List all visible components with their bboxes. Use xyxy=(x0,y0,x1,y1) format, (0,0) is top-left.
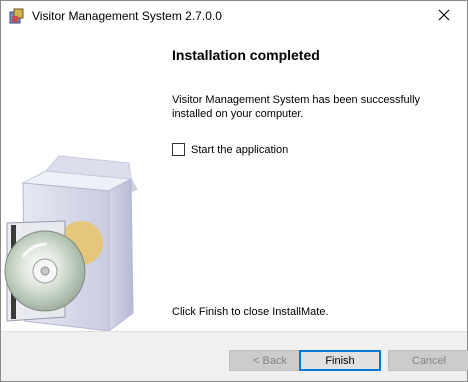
installer-icon xyxy=(9,8,25,24)
window-title: Visitor Management System 2.7.0.0 xyxy=(32,9,222,23)
page-title: Installation completed xyxy=(172,47,320,63)
software-box-with-cd-illustration xyxy=(4,155,138,332)
start-application-checkbox[interactable] xyxy=(172,143,185,156)
finish-button[interactable]: Finish xyxy=(299,350,381,371)
title-bar[interactable]: Visitor Management System 2.7.0.0 xyxy=(1,1,467,31)
start-application-option[interactable]: Start the application xyxy=(172,143,288,156)
installer-window: Visitor Management System 2.7.0.0 Instal… xyxy=(0,0,468,382)
start-application-label[interactable]: Start the application xyxy=(191,144,288,156)
illustration-panel xyxy=(1,31,161,332)
close-button[interactable] xyxy=(421,1,467,31)
finish-hint-text: Click Finish to close InstallMate. xyxy=(172,306,329,318)
button-bar: < Back Finish Cancel xyxy=(1,331,468,381)
content-panel: Installation completed Visitor Managemen… xyxy=(161,31,467,331)
success-message: Visitor Management System has been succe… xyxy=(172,94,421,120)
close-icon xyxy=(438,9,450,24)
cancel-button[interactable]: Cancel xyxy=(388,350,468,371)
